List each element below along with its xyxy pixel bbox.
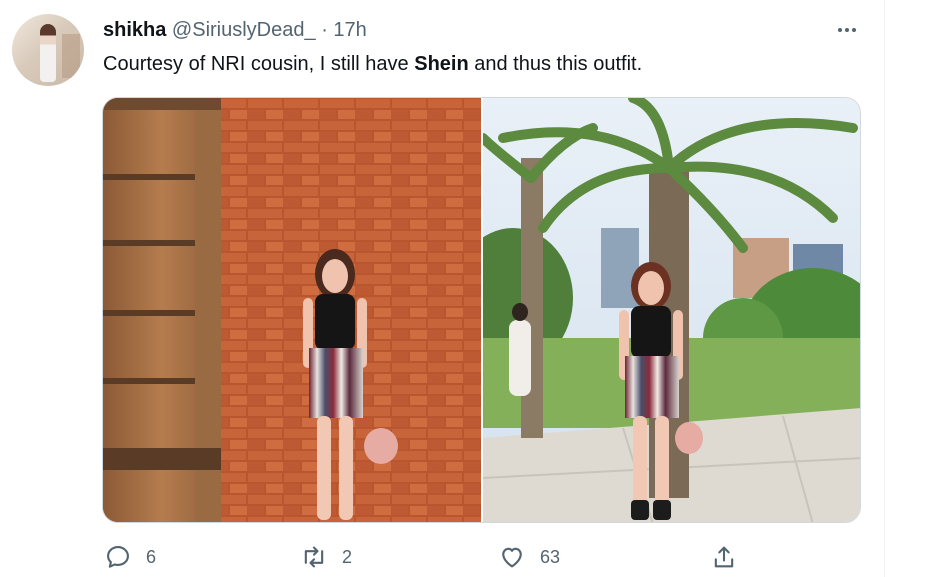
tweet-header: shikha @SiriuslyDead_ · 17h bbox=[103, 18, 367, 42]
retweet-count: 2 bbox=[342, 546, 353, 567]
reply-button[interactable]: 6 bbox=[104, 540, 156, 574]
avatar-figure bbox=[40, 24, 56, 82]
tweet-text-bold: Shein bbox=[414, 53, 469, 75]
reply-icon bbox=[107, 546, 129, 568]
separator-dot: · bbox=[321, 19, 328, 41]
tweet-timestamp[interactable]: 17h bbox=[333, 19, 366, 41]
like-count: 63 bbox=[540, 546, 561, 567]
share-icon bbox=[714, 546, 734, 568]
retweet-button[interactable]: 2 bbox=[300, 540, 352, 574]
tweet-text-start: Courtesy of NRI cousin, I still have bbox=[103, 53, 415, 75]
media-gallery bbox=[102, 97, 861, 523]
user-handle[interactable]: @SiriuslyDead_ bbox=[172, 19, 316, 41]
tweet-actions: 6 2 63 bbox=[100, 540, 860, 576]
retweet-icon bbox=[304, 546, 324, 568]
photo-brick-wall[interactable] bbox=[103, 98, 481, 522]
like-button[interactable]: 63 bbox=[498, 540, 560, 574]
avatar[interactable] bbox=[12, 14, 84, 86]
reply-count: 6 bbox=[146, 546, 157, 567]
like-icon bbox=[502, 547, 522, 568]
tweet-text-end: and thus this outfit. bbox=[468, 53, 643, 75]
avatar-background bbox=[62, 34, 80, 78]
timeline-column-border bbox=[884, 0, 885, 577]
tweet-text: Courtesy of NRI cousin, I still have She… bbox=[103, 51, 642, 77]
photo-palm-garden[interactable] bbox=[483, 98, 860, 522]
share-button[interactable] bbox=[710, 540, 738, 574]
display-name[interactable]: shikha bbox=[103, 19, 166, 41]
more-icon[interactable] bbox=[834, 18, 860, 42]
